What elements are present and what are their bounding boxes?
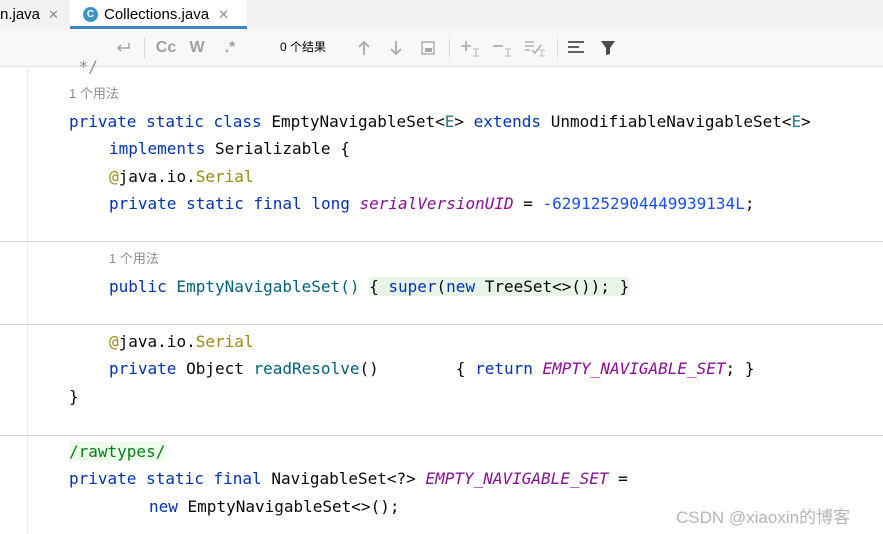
code-line: @java.io.Serial <box>109 167 254 186</box>
regex-button[interactable]: .* <box>219 29 241 66</box>
find-toolbar: Cc W .* 0 个结果 <box>0 29 883 67</box>
code-line: implements Serializable { <box>109 139 350 158</box>
usage-hint[interactable]: 1 个用法 <box>109 245 159 272</box>
toolbar-separator <box>144 38 145 58</box>
code-line: private static final NavigableSet<?> EMP… <box>69 469 628 488</box>
arrow-up-icon[interactable] <box>354 29 374 66</box>
java-class-icon: C <box>83 7 98 22</box>
match-case-button[interactable]: Cc <box>153 29 179 66</box>
tab-previous-file[interactable]: n.java ✕ <box>0 0 66 29</box>
tab-label: n.java <box>0 6 41 23</box>
editor-tab-bar: n.java ✕ C Collections.java ✕ <box>0 0 883 29</box>
code-line: /rawtypes/ <box>69 442 166 461</box>
toolbar-separator <box>557 38 558 58</box>
close-icon[interactable]: ✕ <box>48 7 59 23</box>
code-line: } <box>69 387 79 406</box>
toolbar-separator <box>449 38 450 58</box>
folded-region[interactable]: { super(new TreeSet<>()); } <box>369 277 630 296</box>
select-all-occurrences-icon[interactable] <box>522 29 548 66</box>
code-line: private Object readResolve() { return EM… <box>109 359 755 378</box>
open-in-window-icon[interactable] <box>418 29 438 66</box>
method-separator <box>0 324 883 325</box>
code-line: public EmptyNavigableSet() { super(new T… <box>109 277 630 296</box>
tab-label: Collections.java <box>104 6 210 23</box>
usage-hint[interactable]: 1 个用法 <box>69 80 119 107</box>
code-line: */ <box>69 57 98 76</box>
funnel-filter-icon[interactable] <box>597 29 619 66</box>
tab-collections-java[interactable]: C Collections.java ✕ <box>70 0 247 29</box>
search-results-count: 0 个结果 <box>280 40 327 54</box>
add-occurrence-icon[interactable] <box>458 29 482 66</box>
method-separator <box>0 241 883 242</box>
code-line: private static class EmptyNavigableSet<E… <box>69 112 811 131</box>
watermark: CSDN @xiaoxin的博客 <box>676 508 851 527</box>
code-line: private static final long serialVersionU… <box>109 194 755 213</box>
editor-gutter-divider <box>27 66 28 534</box>
filter-options-icon[interactable] <box>565 29 587 66</box>
method-separator <box>0 435 883 436</box>
code-line: @java.io.Serial <box>109 332 254 351</box>
remove-occurrence-icon[interactable] <box>490 29 514 66</box>
whole-words-button[interactable]: W <box>185 29 209 66</box>
arrow-down-icon[interactable] <box>386 29 406 66</box>
code-line: new EmptyNavigableSet<>(); <box>149 497 400 516</box>
wrap-icon[interactable] <box>112 29 134 66</box>
close-icon[interactable]: ✕ <box>218 7 229 23</box>
